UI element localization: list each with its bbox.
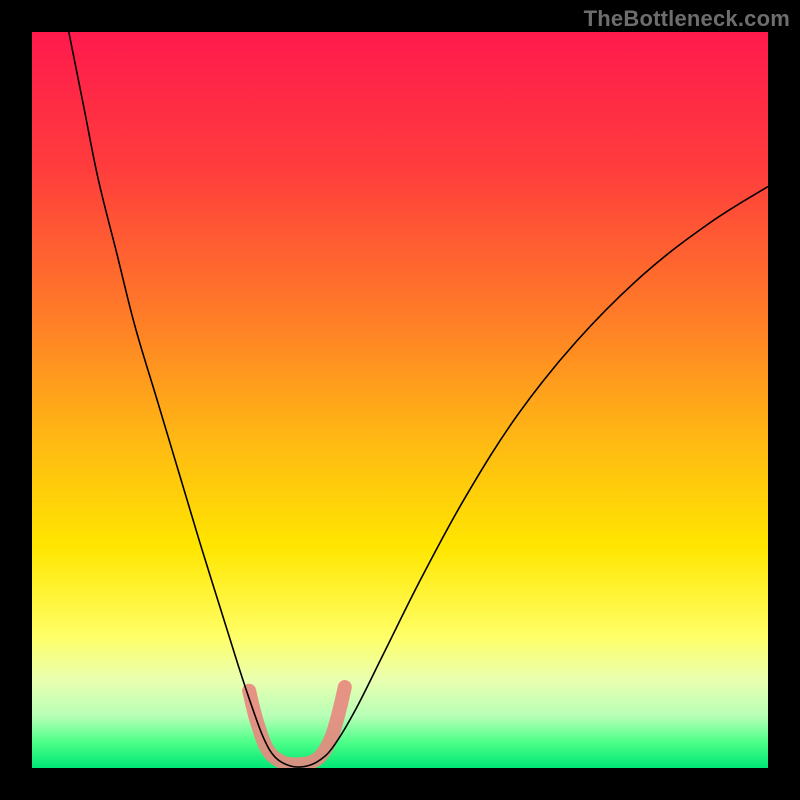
plot-area (32, 32, 768, 768)
chart-svg (32, 32, 768, 768)
outer-frame: TheBottleneck.com (0, 0, 800, 800)
watermark-text: TheBottleneck.com (584, 6, 790, 32)
gradient-background (32, 32, 768, 768)
